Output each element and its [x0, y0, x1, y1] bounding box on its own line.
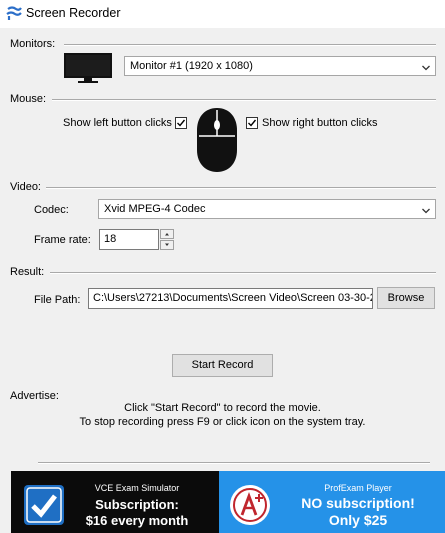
codec-select-value: Xvid MPEG-4 Codec: [104, 203, 206, 215]
mouse-group-label: Mouse:: [10, 93, 47, 105]
left-clicks-checkbox[interactable]: [175, 117, 187, 129]
file-path-label: File Path:: [34, 294, 81, 306]
frame-rate-label: Frame rate:: [34, 234, 91, 246]
left-clicks-label: Show left button clicks: [63, 117, 172, 129]
start-record-button[interactable]: Start Record: [172, 354, 273, 377]
right-clicks-checkbox[interactable]: [246, 117, 258, 129]
monitors-group-label: Monitors:: [10, 38, 56, 50]
ad-right-product: ProfExam Player: [324, 483, 392, 493]
checkmark-logo-icon: [24, 485, 64, 525]
right-clicks-label: Show right button clicks: [262, 117, 378, 129]
a-plus-logo-icon: [229, 484, 271, 526]
mouse-icon: [194, 106, 240, 174]
chevron-down-icon: [422, 206, 430, 214]
advertise-group-label: Advertise:: [10, 390, 59, 402]
app-icon: [6, 5, 22, 21]
monitor-select[interactable]: Monitor #1 (1920 x 1080): [124, 56, 436, 76]
file-path-value: C:\Users\27213\Documents\Screen Video\Sc…: [93, 292, 372, 304]
chevron-down-icon: [422, 63, 430, 71]
title-bar: Screen Recorder: [0, 0, 445, 28]
instruction-line-1: Click "Start Record" to record the movie…: [124, 402, 321, 414]
frame-rate-up-button[interactable]: [160, 229, 174, 239]
ad-left-product: VCE Exam Simulator: [94, 483, 180, 493]
ad-right-line1: NO subscription!: [301, 495, 415, 511]
instruction-line-2: To stop recording press F9 or click icon…: [79, 416, 366, 428]
window-title: Screen Recorder: [26, 6, 121, 20]
file-path-input[interactable]: C:\Users\27213\Documents\Screen Video\Sc…: [88, 288, 373, 309]
ad-banner-vce[interactable]: VCE Exam Simulator Subscription: $16 eve…: [11, 471, 219, 533]
monitors-separator: [64, 44, 436, 46]
browse-button[interactable]: Browse: [377, 287, 435, 309]
codec-label: Codec:: [34, 204, 69, 216]
advertise-separator: [38, 462, 430, 464]
mouse-separator: [52, 99, 436, 101]
result-group-label: Result:: [10, 266, 45, 278]
frame-rate-input[interactable]: 18: [99, 229, 159, 250]
video-separator: [46, 187, 436, 189]
ad-right-line2: Only $25: [328, 512, 388, 528]
ad-left-line2: $16 every month: [85, 513, 189, 528]
ad-left-line1: Subscription:: [95, 497, 179, 512]
ad-banner-profexam[interactable]: ProfExam Player NO subscription! Only $2…: [219, 471, 445, 533]
result-separator: [50, 272, 436, 274]
monitor-icon: [64, 53, 112, 83]
frame-rate-value: 18: [104, 233, 117, 245]
monitor-select-value: Monitor #1 (1920 x 1080): [130, 60, 253, 72]
video-group-label: Video:: [10, 181, 41, 193]
codec-select[interactable]: Xvid MPEG-4 Codec: [98, 199, 436, 219]
frame-rate-down-button[interactable]: [160, 240, 174, 250]
